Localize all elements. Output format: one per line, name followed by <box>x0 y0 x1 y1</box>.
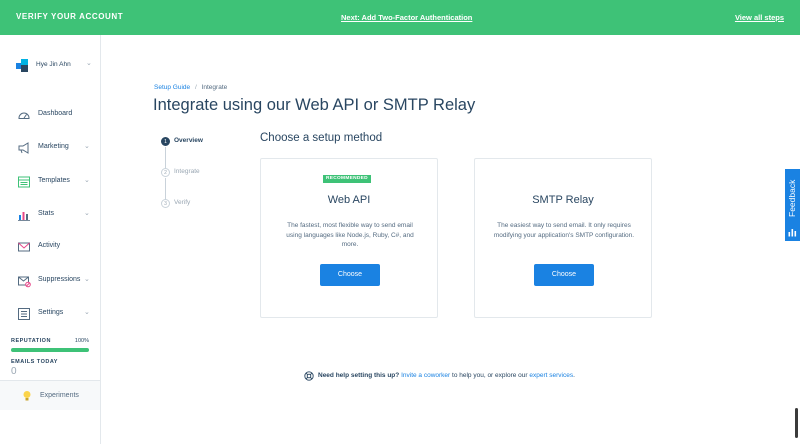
step-number: 2 <box>161 168 170 177</box>
sidebar-item-settings[interactable]: Settings ⌄ <box>0 304 100 324</box>
breadcrumb: Setup Guide / Integrate <box>154 84 227 91</box>
feedback-bars-icon <box>788 229 797 237</box>
card-title: SMTP Relay <box>532 194 594 206</box>
sidebar-item-label: Suppressions <box>38 276 81 283</box>
step-connector <box>165 178 166 200</box>
account-logo-icon <box>16 59 30 73</box>
step-overview: 1 Overview <box>161 136 231 148</box>
reputation-meter: REPUTATION 100% <box>11 338 89 352</box>
verify-account-banner: VERIFY YOUR ACCOUNT Next: Add Two-Factor… <box>0 0 800 35</box>
reputation-bar <box>11 348 89 352</box>
web-api-card: RECOMMENDED Web API The fastest, most fl… <box>260 158 438 318</box>
feedback-tab[interactable]: Feedback <box>785 169 800 241</box>
sidebar-item-suppressions[interactable]: Suppressions ⌄ <box>0 271 100 291</box>
sidebar-item-activity[interactable]: Activity <box>0 237 100 257</box>
sidebar-item-label: Settings <box>38 309 64 316</box>
chevron-down-icon: ⌄ <box>84 309 90 316</box>
breadcrumb-setup-guide-link[interactable]: Setup Guide <box>154 84 190 91</box>
expert-services-link[interactable]: expert services <box>529 372 573 379</box>
page-title: Integrate using our Web API or SMTP Rela… <box>153 96 476 114</box>
step-label: Overview <box>174 137 203 144</box>
sidebar-item-label: Experiments <box>40 392 79 399</box>
step-label: Integrate <box>174 168 200 175</box>
emails-today-label: EMAILS TODAY <box>11 359 58 365</box>
sidebar-item-experiments[interactable]: Experiments <box>0 380 100 410</box>
step-integrate: 2 Integrate <box>161 167 231 179</box>
template-icon <box>18 176 30 188</box>
gauge-icon <box>18 112 30 119</box>
chevron-down-icon: ⌄ <box>84 143 90 150</box>
feedback-label: Feedback <box>787 179 797 217</box>
step-connector <box>165 147 166 169</box>
smtp-relay-card: SMTP Relay The easiest way to send email… <box>474 158 652 318</box>
envelope-icon <box>18 242 30 252</box>
breadcrumb-separator: / <box>194 84 197 91</box>
suppression-icon <box>18 276 31 288</box>
step-number: 3 <box>161 199 170 208</box>
lightbulb-icon <box>23 391 31 401</box>
next-step-link[interactable]: Next: Add Two-Factor Authentication <box>341 13 472 22</box>
chevron-down-icon: ⌄ <box>84 276 90 283</box>
step-number: 1 <box>161 137 170 146</box>
sidebar-item-label: Stats <box>38 210 54 217</box>
sidebar-item-stats[interactable]: Stats ⌄ <box>0 205 100 225</box>
sidebar-item-label: Templates <box>38 177 70 184</box>
sidebar: Hye Jin Ahn ⌄ Dashboard Marketing ⌄ Temp… <box>0 35 101 444</box>
sidebar-item-label: Activity <box>38 242 61 249</box>
sidebar-item-label: Dashboard <box>38 110 73 117</box>
step-label: Verify <box>174 199 191 206</box>
choose-web-api-button[interactable]: Choose <box>320 264 380 286</box>
emails-today: EMAILS TODAY 0 <box>11 359 58 377</box>
invite-coworker-link[interactable]: Invite a coworker <box>401 372 450 379</box>
user-name: Hye Jin Ahn <box>36 61 71 68</box>
lifebuoy-icon <box>304 371 314 381</box>
card-title: Web API <box>327 194 371 206</box>
settings-icon <box>18 308 30 320</box>
help-question: Need help setting this up? <box>318 372 400 379</box>
card-description: The fastest, most flexible way to send e… <box>286 222 414 248</box>
sidebar-item-templates[interactable]: Templates ⌄ <box>0 172 100 192</box>
chevron-down-icon: ⌄ <box>86 60 92 67</box>
megaphone-icon <box>18 142 29 154</box>
card-description: The easiest way to send email. It only r… <box>493 222 635 239</box>
step-verify: 3 Verify <box>161 198 231 210</box>
bar-chart-icon <box>18 212 30 221</box>
reputation-value: 100% <box>74 338 89 344</box>
recommended-badge: RECOMMENDED <box>323 175 371 183</box>
breadcrumb-current: Integrate <box>201 84 228 91</box>
chevron-down-icon: ⌄ <box>84 210 90 217</box>
sidebar-item-marketing[interactable]: Marketing ⌄ <box>0 138 100 158</box>
scrollbar-thumb[interactable] <box>795 408 798 438</box>
sidebar-item-label: Marketing <box>38 143 69 150</box>
user-menu[interactable]: Hye Jin Ahn ⌄ <box>16 57 96 73</box>
view-all-steps-link[interactable]: View all steps <box>735 13 784 22</box>
help-middle-text: to help you, or explore our <box>450 372 530 379</box>
section-title: Choose a setup method <box>260 132 383 144</box>
help-end-text: . <box>573 372 575 379</box>
sidebar-item-dashboard[interactable]: Dashboard <box>0 105 100 125</box>
choose-smtp-relay-button[interactable]: Choose <box>534 264 594 286</box>
chevron-down-icon: ⌄ <box>84 177 90 184</box>
banner-title: VERIFY YOUR ACCOUNT <box>16 12 124 21</box>
emails-today-value: 0 <box>11 366 17 377</box>
